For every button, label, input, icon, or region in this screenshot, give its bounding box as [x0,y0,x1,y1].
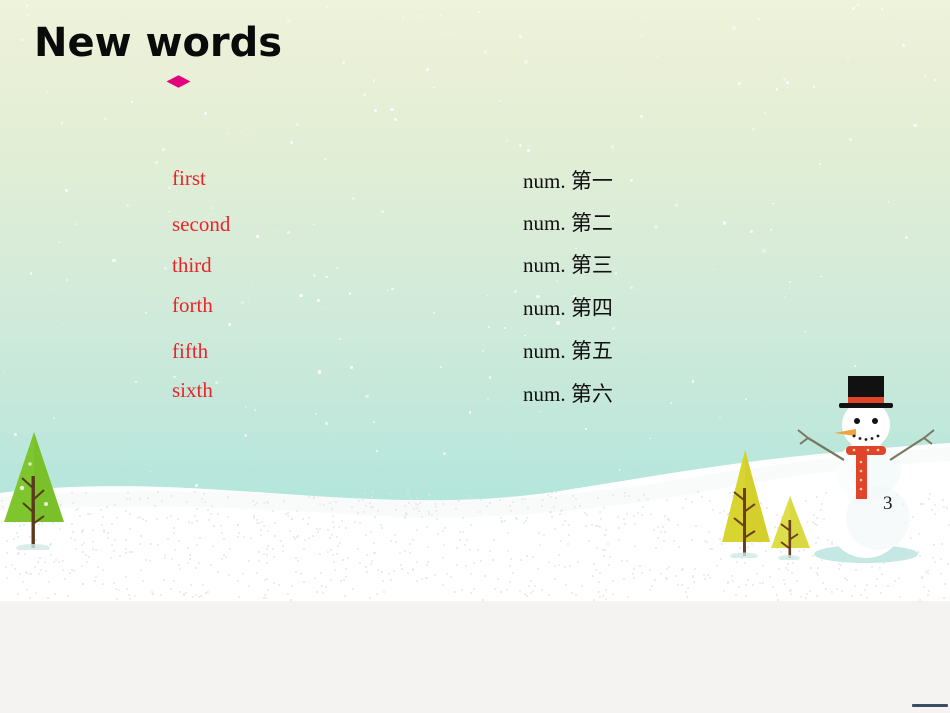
vocab-word: second [172,212,231,236]
vocab-word: first [172,166,206,190]
vocab-translation: num. 第六 [523,382,613,406]
presentation-viewer: New words first num. 第一 second num. 第二 t… [0,0,950,713]
scrollbar-indicator[interactable] [912,704,948,707]
vocab-translation: num. 第一 [523,169,613,193]
vocab-word: fifth [172,339,209,363]
vocab-word: sixth [172,378,213,402]
vocab-translation: num. 第二 [523,211,613,235]
vocabulary-list: first num. 第一 second num. 第二 third num. … [0,0,950,601]
slide-canvas: New words first num. 第一 second num. 第二 t… [0,0,950,601]
vocab-word: forth [172,293,213,317]
vocab-word: third [172,253,212,277]
page-number: 3 [883,493,893,514]
vocab-translation: num. 第四 [523,296,613,320]
vocab-translation: num. 第五 [523,339,613,363]
vocab-translation: num. 第三 [523,253,613,277]
